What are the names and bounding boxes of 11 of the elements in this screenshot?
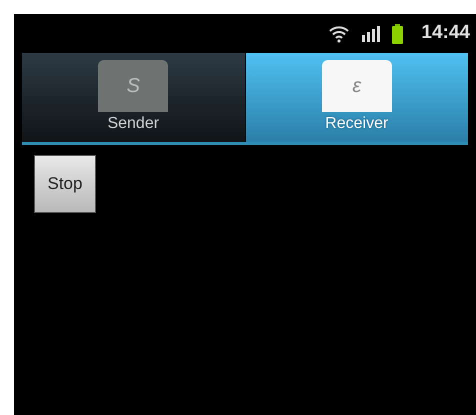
tab-label: Receiver — [325, 114, 388, 134]
app-icon: ε — [322, 60, 392, 112]
signal-icon — [362, 26, 380, 42]
battery-icon — [392, 24, 404, 44]
wifi-icon — [328, 24, 350, 42]
tab[interactable]: S Sender — [22, 53, 246, 142]
tab-label: Sender — [107, 114, 160, 134]
stop-button[interactable]: Stop — [34, 155, 96, 213]
app-icon: S — [98, 60, 168, 112]
clock: 14:44 — [421, 21, 470, 46]
tab[interactable]: ε Receiver — [246, 53, 468, 142]
